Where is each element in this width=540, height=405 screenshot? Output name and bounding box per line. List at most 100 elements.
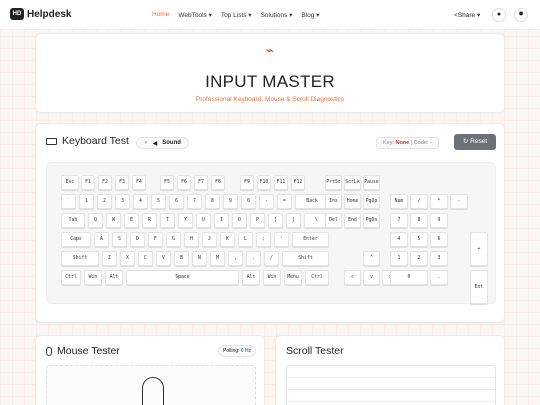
key-59[interactable]: S (112, 232, 127, 247)
nav-webtools[interactable]: WebTools ▾ (178, 11, 212, 19)
key-72[interactable]: 6 (430, 232, 448, 247)
key-17[interactable]: 1 (79, 194, 94, 209)
key-87[interactable]: 2 (410, 251, 428, 266)
key-9[interactable]: F9 (240, 175, 254, 190)
reset-button[interactable]: ↻ Reset (454, 134, 496, 150)
key-47[interactable]: P (250, 213, 265, 228)
key-83[interactable]: / (264, 251, 279, 266)
key-16[interactable]: ` (61, 194, 76, 209)
key-75[interactable]: X (120, 251, 135, 266)
key-92[interactable]: Space (126, 270, 239, 285)
key-81[interactable]: , (228, 251, 243, 266)
key-69[interactable]: Enter (292, 232, 329, 247)
key-25[interactable]: 9 (223, 194, 238, 209)
key-44[interactable]: U (196, 213, 211, 228)
key-67[interactable]: ; (256, 232, 271, 247)
key-7[interactable]: F7 (194, 175, 208, 190)
key-48[interactable]: [ (268, 213, 283, 228)
key-10[interactable]: F10 (257, 175, 271, 190)
key-1[interactable]: F1 (81, 175, 95, 190)
key-3[interactable]: F3 (115, 175, 129, 190)
key-78[interactable]: B (174, 251, 189, 266)
nav-solutions[interactable]: Solutions ▾ (261, 11, 293, 19)
key-numpad-enter[interactable]: Ent (470, 270, 488, 304)
key-19[interactable]: 3 (115, 194, 130, 209)
key-29[interactable]: Back (295, 194, 329, 209)
sound-toggle[interactable]: ● ◀ Sound (136, 137, 189, 149)
key-82[interactable]: . (246, 251, 261, 266)
key-30[interactable]: Ins (325, 194, 342, 209)
key-53[interactable]: PgDn (363, 213, 380, 228)
key-34[interactable]: / (410, 194, 428, 209)
key-85[interactable]: ^ (363, 251, 380, 266)
key-101[interactable]: . (430, 270, 448, 285)
nav-home[interactable]: Home (152, 11, 169, 19)
key-94[interactable]: Win (263, 270, 281, 285)
user-icon[interactable]: ● (492, 8, 506, 22)
key-32[interactable]: PgUp (363, 194, 380, 209)
nav-top-lists[interactable]: Top Lists ▾ (221, 11, 252, 19)
key-28[interactable]: = (277, 194, 292, 209)
logo[interactable]: HD Helpdesk (10, 8, 71, 20)
key-18[interactable]: 2 (97, 194, 112, 209)
key-46[interactable]: O (232, 213, 247, 228)
nav-blog[interactable]: Blog ▾ (301, 11, 319, 19)
theme-toggle-icon[interactable]: ✹ (514, 8, 528, 22)
mouse-test-area[interactable] (46, 365, 256, 405)
key-41[interactable]: R (142, 213, 157, 228)
key-27[interactable]: - (259, 194, 274, 209)
key-97[interactable]: < (344, 270, 361, 285)
key-35[interactable]: * (430, 194, 448, 209)
key-26[interactable]: 0 (241, 194, 256, 209)
scroll-test-area[interactable] (286, 365, 496, 405)
key-numpad-plus[interactable]: + (470, 232, 488, 266)
key-76[interactable]: C (138, 251, 153, 266)
key-45[interactable]: I (214, 213, 229, 228)
key-13[interactable]: PrtSc (325, 175, 342, 190)
key-21[interactable]: 5 (151, 194, 166, 209)
key-93[interactable]: Alt (242, 270, 260, 285)
key-80[interactable]: M (210, 251, 225, 266)
key-55[interactable]: 8 (410, 213, 428, 228)
key-43[interactable]: Y (178, 213, 193, 228)
key-77[interactable]: V (156, 251, 171, 266)
key-84[interactable]: Shift (282, 251, 329, 266)
key-54[interactable]: 7 (390, 213, 408, 228)
key-49[interactable]: ] (286, 213, 301, 228)
key-8[interactable]: F8 (211, 175, 225, 190)
key-40[interactable]: E (124, 213, 139, 228)
key-39[interactable]: W (106, 213, 121, 228)
key-37[interactable]: Tab (61, 213, 85, 228)
key-24[interactable]: 8 (205, 194, 220, 209)
key-22[interactable]: 6 (169, 194, 184, 209)
key-96[interactable]: Ctrl (305, 270, 329, 285)
key-42[interactable]: T (160, 213, 175, 228)
key-2[interactable]: F2 (98, 175, 112, 190)
key-65[interactable]: K (220, 232, 235, 247)
key-20[interactable]: 4 (133, 194, 148, 209)
key-61[interactable]: F (148, 232, 163, 247)
key-73[interactable]: Shift (61, 251, 99, 266)
key-23[interactable]: 7 (187, 194, 202, 209)
key-95[interactable]: Menu (284, 270, 302, 285)
key-79[interactable]: N (192, 251, 207, 266)
key-33[interactable]: Num (390, 194, 408, 209)
share-button[interactable]: <Share ▾ (454, 11, 480, 19)
key-66[interactable]: L (238, 232, 253, 247)
key-38[interactable]: Q (88, 213, 103, 228)
key-62[interactable]: G (166, 232, 181, 247)
key-6[interactable]: F6 (177, 175, 191, 190)
key-0[interactable]: Esc (61, 175, 79, 190)
key-90[interactable]: Win (84, 270, 102, 285)
key-58[interactable]: A (94, 232, 109, 247)
key-91[interactable]: Alt (105, 270, 123, 285)
key-57[interactable]: Caps (61, 232, 91, 247)
key-70[interactable]: 4 (390, 232, 408, 247)
key-12[interactable]: F12 (291, 175, 305, 190)
key-4[interactable]: F4 (132, 175, 146, 190)
key-98[interactable]: v (363, 270, 380, 285)
key-5[interactable]: F5 (160, 175, 174, 190)
key-88[interactable]: 3 (430, 251, 448, 266)
key-100[interactable]: 0 (390, 270, 428, 285)
key-15[interactable]: Pause (363, 175, 380, 190)
